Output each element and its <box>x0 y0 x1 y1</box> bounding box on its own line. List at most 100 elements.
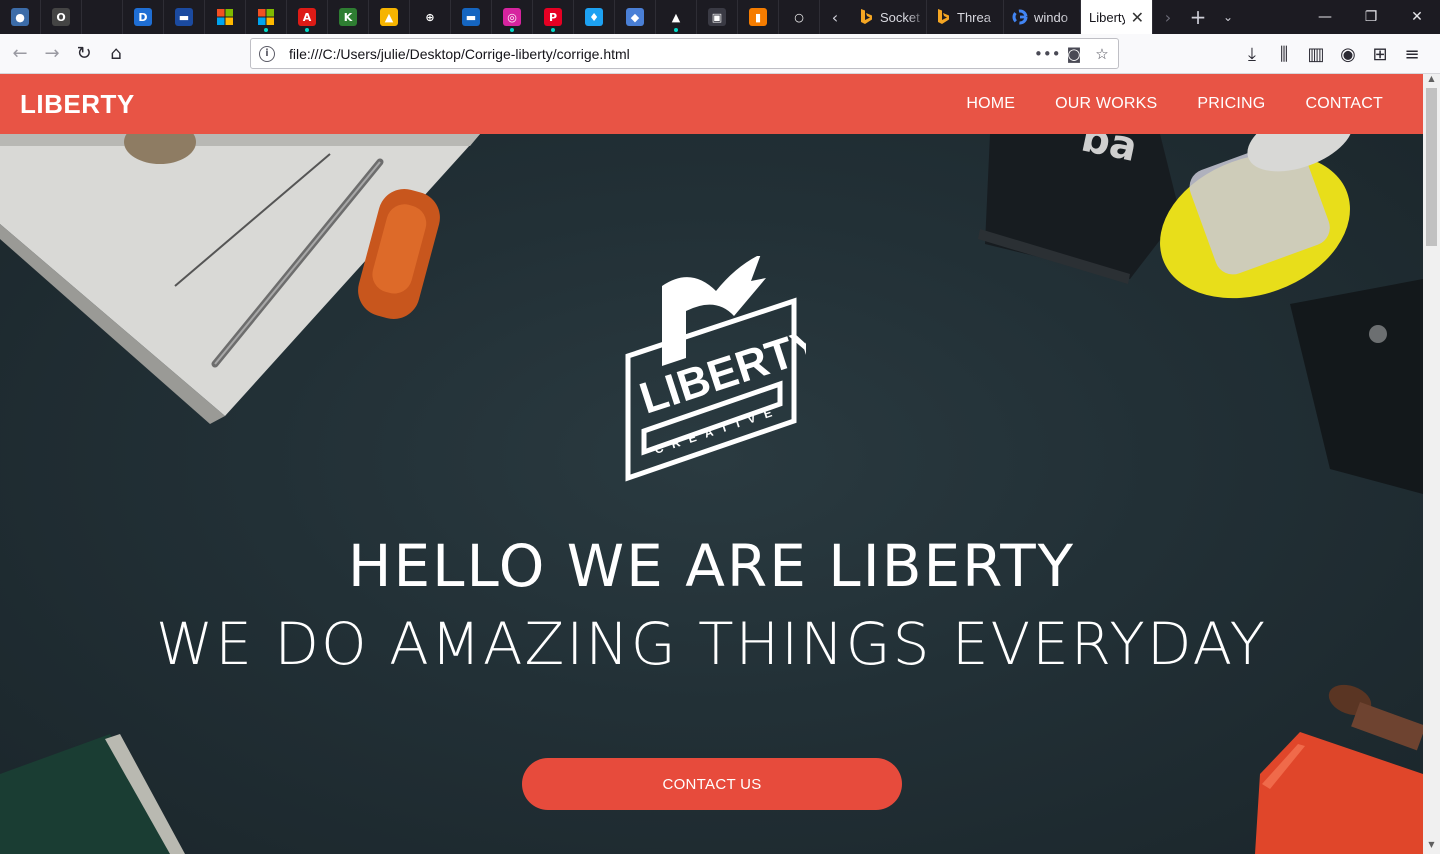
library-icon[interactable]: ⫼ <box>1268 38 1300 70</box>
google-icon <box>1012 9 1028 25</box>
site-brand-logo[interactable]: LIBERTY <box>20 89 135 120</box>
hero-headline-line-2: WE DO AMAZING THINGS EVERYDAY <box>155 610 1268 678</box>
menu-icon[interactable]: ≡ <box>1396 38 1428 70</box>
tab-attention-dot <box>264 28 268 32</box>
instagram-icon: ◎ <box>503 8 521 26</box>
tab-title: Liberty <box>1089 9 1125 25</box>
pinned-tab-bag[interactable]: ▣ <box>697 0 738 34</box>
tab-threads[interactable]: Threa <box>927 0 1004 34</box>
account-icon[interactable]: ◉ <box>1332 38 1364 70</box>
browser-tab-strip: ● O D ▬ A K ▲ ⊕ ▬ ◎ P ♦ ◆ ▲ ▣ ▮ ○ ‹ Socket Threa windo L… <box>0 0 1440 34</box>
pinned-tab-microsoft-1[interactable] <box>205 0 246 34</box>
microsoft-1-icon <box>216 8 234 26</box>
pinned-tab-5[interactable]: ▬ <box>164 0 205 34</box>
tabs-scroll-left-icon[interactable]: ‹ <box>820 0 850 34</box>
kle-icon: K <box>339 8 357 26</box>
globe-icon: ⊕ <box>421 8 439 26</box>
nav-our-works-link[interactable]: OUR WORKS <box>1035 95 1177 113</box>
bookmark-star-icon[interactable]: ☆ <box>1090 45 1114 63</box>
pinterest-icon: P <box>544 8 562 26</box>
sidebar-icon[interactable]: ▥ <box>1300 38 1332 70</box>
new-tab-icon[interactable]: + <box>1183 0 1213 34</box>
page-viewport: LIBERTY HOME OUR WORKS PRICING CONTACT b… <box>0 74 1423 854</box>
tab-attention-dot <box>510 28 514 32</box>
pinned-tab-angular[interactable]: A <box>287 0 328 34</box>
yellow-icon: ▲ <box>380 8 398 26</box>
tab-attention-dot <box>305 28 309 32</box>
pinned-tab-instagram[interactable]: ◎ <box>492 0 533 34</box>
analytics-icon: ▮ <box>749 8 767 26</box>
pinned-tab-ads[interactable]: ▲ <box>656 0 697 34</box>
pinned-tab-globe[interactable]: ⊕ <box>410 0 451 34</box>
forward-arrow-icon[interactable]: → <box>36 38 68 70</box>
pinned-tab-dashlane[interactable]: D <box>123 0 164 34</box>
bookmark-icon: ◆ <box>626 8 644 26</box>
contact-us-button[interactable]: CONTACT US <box>522 758 902 810</box>
pinned-tab-pinterest[interactable]: P <box>533 0 574 34</box>
pinned-tab-microsoft-2[interactable] <box>246 0 287 34</box>
angular-icon: A <box>298 8 316 26</box>
scrollbar-thumb[interactable] <box>1426 88 1437 246</box>
pinned-tab-yellow[interactable]: ▲ <box>369 0 410 34</box>
1-icon: ● <box>11 8 29 26</box>
toolbar-right-icons: ⤓ ⫼ ▥ ◉ ⊞ ≡ <box>1236 38 1428 70</box>
pinned-tab-blue[interactable]: ▬ <box>451 0 492 34</box>
ads-icon: ▲ <box>667 8 685 26</box>
logo-wordmark: LIBERTY <box>634 319 806 424</box>
tab-attention-dot <box>551 28 555 32</box>
restore-icon[interactable]: ❐ <box>1348 0 1394 34</box>
tab-socket[interactable]: Socket <box>850 0 927 34</box>
downloads-icon[interactable]: ⤓ <box>1236 38 1268 70</box>
tab-liberty-active[interactable]: Liberty ✕ <box>1081 0 1153 34</box>
page-scrollbar[interactable]: ▲ ▼ <box>1423 74 1440 854</box>
nav-contact-link[interactable]: CONTACT <box>1285 95 1403 113</box>
tab-title: Threa <box>957 9 991 25</box>
pinned-tab-twitter[interactable]: ♦ <box>574 0 615 34</box>
reload-icon[interactable]: ↻ <box>68 38 100 70</box>
hero-section: ba LIBERTY CREATIVE HELLO WE ARE LIBERTY… <box>0 134 1423 854</box>
url-text[interactable]: file:///C:/Users/julie/Desktop/Corrige-l… <box>289 46 630 62</box>
5-icon: ▬ <box>175 8 193 26</box>
pinned-tab-bookmark[interactable]: ◆ <box>615 0 656 34</box>
pinned-tab-2[interactable]: O <box>41 0 82 34</box>
pinned-tabs: ● O D ▬ A K ▲ ⊕ ▬ ◎ P ♦ ◆ ▲ ▣ ▮ ○ <box>0 0 820 34</box>
close-window-icon[interactable]: ✕ <box>1394 0 1440 34</box>
microsoft-2-icon <box>257 8 275 26</box>
minimize-icon[interactable]: — <box>1302 0 1348 34</box>
3-icon <box>93 8 111 26</box>
nav-pricing-link[interactable]: PRICING <box>1177 95 1285 113</box>
nav-home-link[interactable]: HOME <box>946 95 1035 113</box>
site-nav: HOME OUR WORKS PRICING CONTACT <box>946 95 1403 113</box>
close-tab-icon[interactable]: ✕ <box>1131 8 1144 27</box>
back-arrow-icon[interactable]: ← <box>4 38 36 70</box>
url-bar[interactable]: i file:///C:/Users/julie/Desktop/Corrige… <box>250 38 1119 69</box>
site-header: LIBERTY HOME OUR WORKS PRICING CONTACT <box>0 74 1423 134</box>
scroll-up-arrow-icon[interactable]: ▲ <box>1423 74 1440 88</box>
pinned-tab-analytics[interactable]: ▮ <box>738 0 779 34</box>
pinned-tab-3[interactable] <box>82 0 123 34</box>
pinned-tab-1[interactable]: ● <box>0 0 41 34</box>
tab-title: Socket <box>880 9 920 25</box>
bing-icon <box>858 9 874 25</box>
2-icon: O <box>52 8 70 26</box>
home-icon[interactable]: ⌂ <box>100 38 132 70</box>
pinned-tab-circle[interactable]: ○ <box>779 0 820 34</box>
tab-attention-dot <box>674 28 678 32</box>
hero-headline-line-1: HELLO WE ARE LIBERTY <box>347 532 1076 600</box>
site-info-icon[interactable]: i <box>259 45 275 62</box>
tabs-scroll-right-icon[interactable]: › <box>1153 0 1183 34</box>
pinned-tab-kle[interactable]: K <box>328 0 369 34</box>
extensions-icon[interactable]: ⊞ <box>1364 38 1396 70</box>
blue-icon: ▬ <box>462 8 480 26</box>
list-all-tabs-icon[interactable]: ⌄ <box>1213 0 1243 34</box>
bing-icon <box>935 9 951 25</box>
page-actions-icon[interactable]: ••• <box>1034 45 1061 63</box>
tab-title: windo <box>1034 9 1068 25</box>
twitter-icon: ♦ <box>585 8 603 26</box>
tab-windows[interactable]: windo <box>1004 0 1081 34</box>
scroll-down-arrow-icon[interactable]: ▼ <box>1423 840 1440 854</box>
url-actions: ••• ◙ ☆ <box>1034 45 1118 63</box>
window-controls: — ❐ ✕ <box>1302 0 1440 34</box>
pocket-icon[interactable]: ◙ <box>1062 45 1086 63</box>
bag-icon: ▣ <box>708 8 726 26</box>
